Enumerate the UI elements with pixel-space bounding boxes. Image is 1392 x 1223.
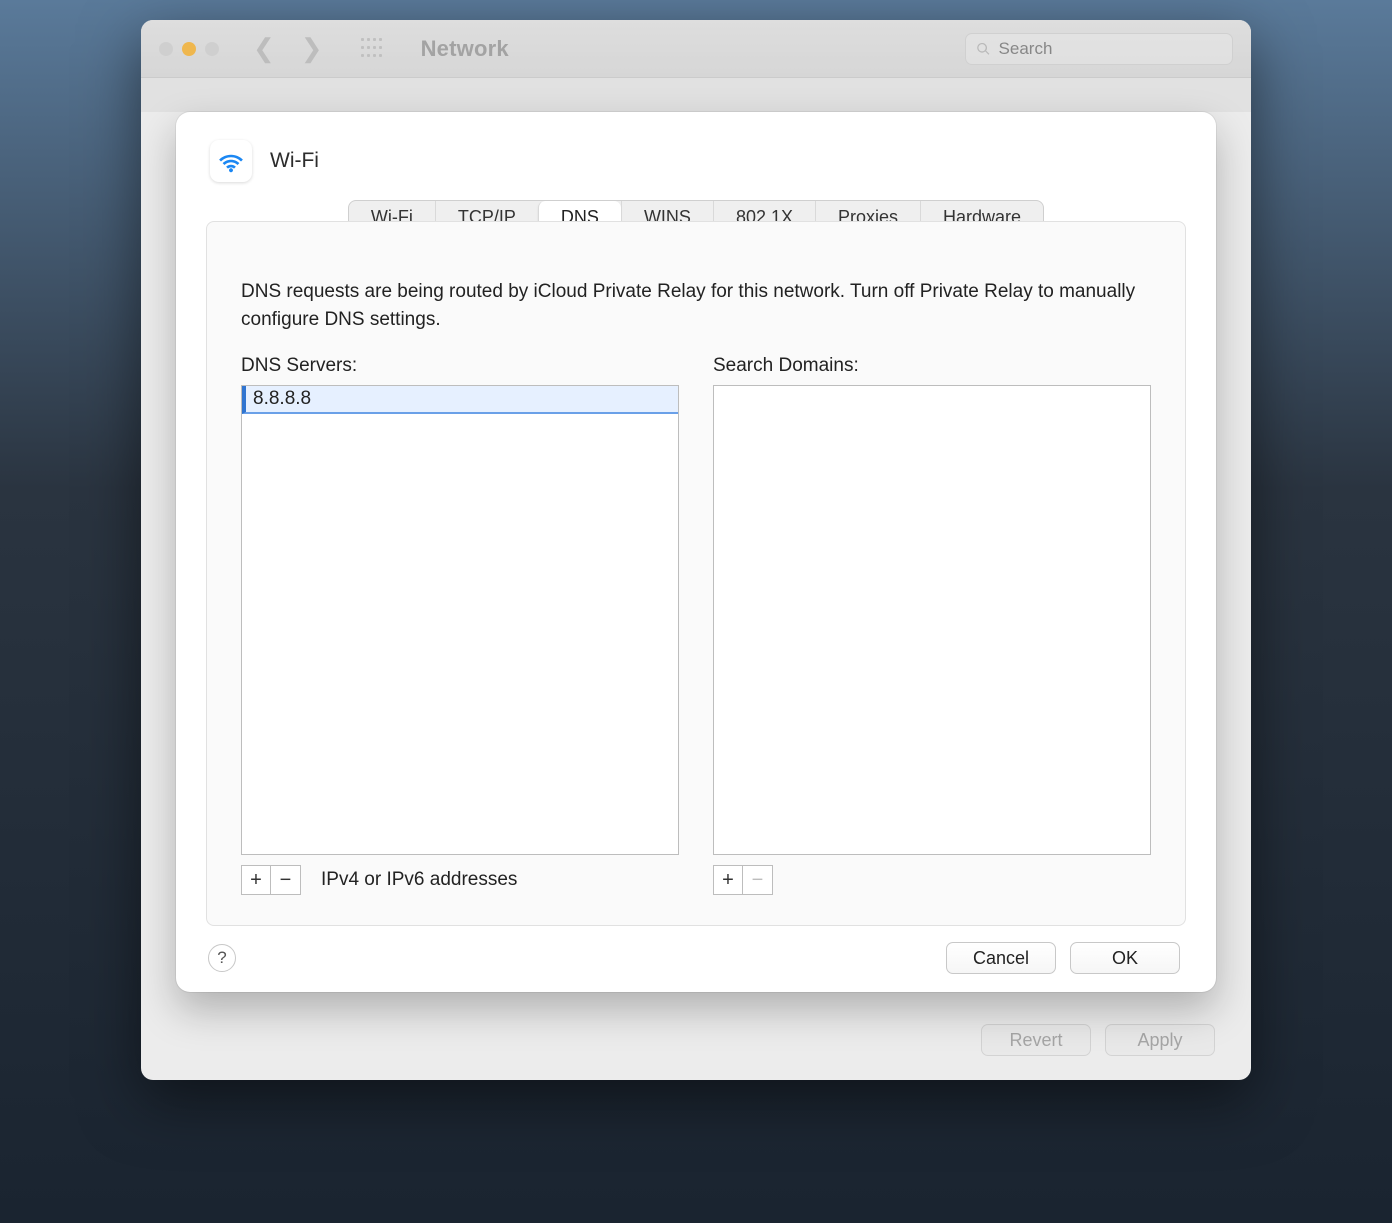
nav-arrows: ❮ ❯	[249, 33, 327, 64]
dns-panel: DNS requests are being routed by iCloud …	[206, 221, 1186, 926]
dns-column: DNS Servers: 8.8.8.8 + − IPv4 or IPv6 ad…	[241, 355, 679, 895]
wifi-icon	[210, 140, 252, 182]
sheet-footer: ? Cancel OK	[206, 926, 1186, 974]
list-item[interactable]: 8.8.8.8	[242, 386, 678, 414]
minimize-dot[interactable]	[182, 42, 196, 56]
show-all-icon[interactable]	[361, 38, 383, 60]
sheet-header: Wi-Fi	[206, 138, 1186, 200]
titlebar: ❮ ❯ Network	[141, 20, 1251, 78]
advanced-sheet: Wi-Fi Wi-FiTCP/IPDNSWINS802.1XProxiesHar…	[176, 112, 1216, 992]
remove-dns-button[interactable]: −	[271, 865, 301, 895]
lists-row: DNS Servers: 8.8.8.8 + − IPv4 or IPv6 ad…	[241, 355, 1151, 895]
dns-footer: + − IPv4 or IPv6 addresses	[241, 865, 679, 895]
dns-servers-list[interactable]: 8.8.8.8	[241, 385, 679, 855]
search-domains-label: Search Domains:	[713, 355, 1151, 377]
search-domains-column: Search Domains: + −	[713, 355, 1151, 895]
system-preferences-window: ❮ ❯ Network Revert Apply Wi-Fi Wi-FiTCP/…	[141, 20, 1251, 1080]
search-input[interactable]	[999, 39, 1222, 59]
zoom-dot[interactable]	[205, 42, 219, 56]
private-relay-info: DNS requests are being routed by iCloud …	[241, 278, 1151, 333]
window-title: Network	[421, 36, 509, 62]
address-hint: IPv4 or IPv6 addresses	[321, 869, 517, 891]
help-button[interactable]: ?	[208, 944, 236, 972]
close-dot[interactable]	[159, 42, 173, 56]
traffic-lights	[159, 42, 219, 56]
ok-button[interactable]: OK	[1070, 942, 1180, 974]
add-domain-button[interactable]: +	[713, 865, 743, 895]
search-icon	[976, 41, 991, 57]
search-field[interactable]	[965, 33, 1233, 65]
back-icon[interactable]: ❮	[249, 33, 279, 64]
remove-domain-button: −	[743, 865, 773, 895]
sheet-title: Wi-Fi	[270, 149, 319, 173]
forward-icon[interactable]: ❯	[297, 33, 327, 64]
dns-servers-label: DNS Servers:	[241, 355, 679, 377]
cancel-button[interactable]: Cancel	[946, 942, 1056, 974]
domains-footer: + −	[713, 865, 1151, 895]
apply-button: Apply	[1105, 1024, 1215, 1056]
background-footer: Revert Apply	[981, 1024, 1215, 1056]
search-domains-list[interactable]	[713, 385, 1151, 855]
add-dns-button[interactable]: +	[241, 865, 271, 895]
revert-button: Revert	[981, 1024, 1091, 1056]
